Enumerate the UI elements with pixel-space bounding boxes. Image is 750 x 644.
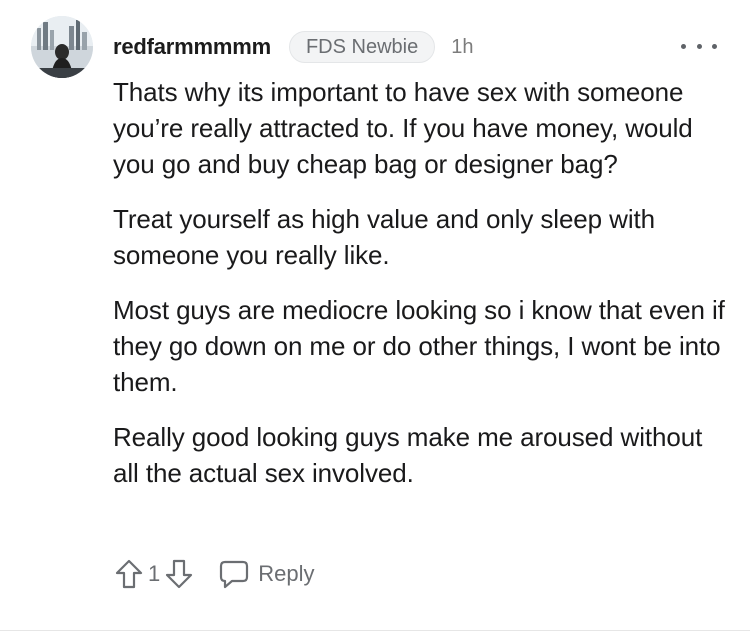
avatar[interactable] xyxy=(31,16,93,78)
comment-paragraph: Most guys are mediocre looking so i know… xyxy=(113,295,725,397)
reply-button[interactable]: Reply xyxy=(218,559,315,589)
reply-label: Reply xyxy=(258,561,315,586)
comment-paragraph: Thats why its important to have sex with… xyxy=(113,77,693,179)
more-options-icon[interactable] xyxy=(681,36,717,56)
username[interactable]: redfarmmmmm xyxy=(113,34,271,60)
upvote-button[interactable] xyxy=(112,556,146,592)
comment-actions: 1 Reply xyxy=(112,554,315,594)
comment-body: Thats why its important to have sex with… xyxy=(113,74,728,510)
vote-score: 1 xyxy=(148,561,161,586)
divider xyxy=(0,630,750,631)
timestamp: 1h xyxy=(451,35,474,58)
comment-paragraph: Really good looking guys make me aroused… xyxy=(113,422,703,488)
speech-bubble-icon xyxy=(220,560,249,589)
avatar-image xyxy=(31,16,93,78)
comment-card: redfarmmmmm FDS Newbie 1h Thats why its … xyxy=(0,0,750,644)
downvote-arrow-icon xyxy=(166,559,193,589)
user-flair: FDS Newbie xyxy=(288,31,436,63)
comment-paragraph: Treat yourself as high value and only sl… xyxy=(113,204,655,270)
dot xyxy=(696,43,702,49)
dot xyxy=(681,43,686,49)
comment-meta: redfarmmmmm FDS Newbie 1h xyxy=(113,30,473,64)
downvote-button[interactable] xyxy=(162,556,196,592)
upvote-arrow-icon xyxy=(115,559,143,589)
dot xyxy=(712,43,717,49)
